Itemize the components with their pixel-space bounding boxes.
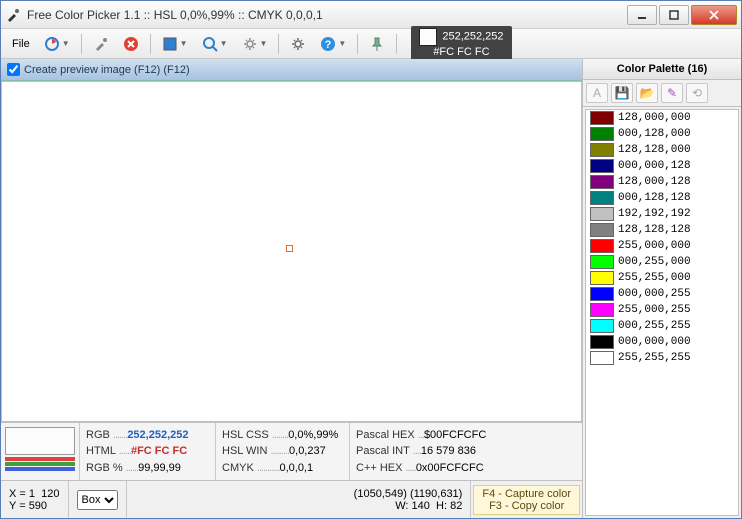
titlebar[interactable]: Free Color Picker 1.1 :: HSL 0,0%,99% ::… (1, 1, 741, 29)
palette-swatch (590, 319, 614, 333)
tools-button[interactable]: ▼ (237, 33, 273, 55)
palette-swatch (590, 351, 614, 365)
palette-item-text: 000,000,000 (618, 336, 691, 348)
palette-add-button[interactable]: A (586, 83, 608, 103)
palette-item-text: 128,000,128 (618, 176, 691, 188)
palette-swatch (590, 303, 614, 317)
palette-swatch (590, 159, 614, 173)
statusbar: X = 1 120 Y = 590 Box (1050,549) (1190,6… (1, 480, 582, 518)
eyedropper-button[interactable] (88, 33, 114, 55)
preview-label: Create preview image (F12) (F12) (24, 64, 190, 76)
palette-swatch (590, 335, 614, 349)
palette-item-text: 000,128,128 (618, 192, 691, 204)
palette-title: Color Palette (16) (583, 59, 741, 80)
palette-swatch (590, 127, 614, 141)
minimize-button[interactable] (627, 5, 657, 25)
settings-button[interactable] (285, 33, 311, 55)
palette-swatch (590, 287, 614, 301)
info-panel: RGB .......252,252,252 HTML ......#FC FC… (1, 422, 582, 480)
zoom-button[interactable]: ▼ (197, 33, 233, 55)
palette-open-button[interactable]: 📂 (636, 83, 658, 103)
pin-button[interactable] (364, 33, 390, 55)
toolbar: File ▼ ▼ ▼ ▼ ?▼ (1, 29, 741, 59)
shape-select[interactable]: Box (77, 490, 118, 510)
palette-item[interactable]: 128,128,128 (586, 222, 738, 238)
info-swatch (5, 427, 75, 455)
palette-save-button[interactable]: 💾 (611, 83, 633, 103)
palette-swatch (590, 239, 614, 253)
palette-item-text: 192,192,192 (618, 208, 691, 220)
palette-swatch (590, 207, 614, 221)
palette-item[interactable]: 255,000,000 (586, 238, 738, 254)
palette-swatch (590, 255, 614, 269)
palette-item[interactable]: 000,000,255 (586, 286, 738, 302)
palette-swatch (590, 223, 614, 237)
palette-item[interactable]: 255,255,255 (586, 350, 738, 366)
palette-item[interactable]: 128,000,000 (586, 110, 738, 126)
palette-item-text: 000,128,000 (618, 128, 691, 140)
preview-header: Create preview image (F12) (F12) (1, 59, 582, 81)
close-button[interactable] (691, 5, 737, 25)
palette-item-text: 000,000,255 (618, 288, 691, 300)
rgb-bars (5, 457, 75, 471)
palette-item-text: 128,128,000 (618, 144, 691, 156)
palette-item-text: 255,255,000 (618, 272, 691, 284)
color-display-swatch (419, 28, 437, 46)
color-display-hex: #FC FC FC (433, 46, 489, 58)
recent-colors-button[interactable]: ▼ (39, 33, 75, 55)
cancel-button[interactable] (118, 33, 144, 55)
palette-item[interactable]: 192,192,192 (586, 206, 738, 222)
svg-text:?: ? (325, 39, 332, 51)
palette-item[interactable]: 128,000,128 (586, 174, 738, 190)
maximize-button[interactable] (659, 5, 689, 25)
preview-area[interactable] (1, 81, 582, 422)
app-window: Free Color Picker 1.1 :: HSL 0,0%,99% ::… (0, 0, 742, 519)
palette-item-text: 128,128,128 (618, 224, 691, 236)
palette-item[interactable]: 255,255,000 (586, 270, 738, 286)
palette-item[interactable]: 000,128,128 (586, 190, 738, 206)
help-button[interactable]: ?▼ (315, 33, 351, 55)
status-bounds: (1050,549) (1190,631) W: 140 H: 82 (346, 481, 472, 518)
palette-item-text: 000,255,000 (618, 256, 691, 268)
color-display: 252,252,252 #FC FC FC (411, 26, 511, 61)
app-icon (5, 7, 21, 23)
palette-item[interactable]: 000,255,000 (586, 254, 738, 270)
palette-item[interactable]: 000,128,000 (586, 126, 738, 142)
palette-item[interactable]: 000,000,000 (586, 334, 738, 350)
color-display-rgb: 252,252,252 (442, 31, 503, 43)
status-hints: F4 - Capture color F3 - Copy color (473, 485, 580, 515)
palette-item[interactable]: 000,255,255 (586, 318, 738, 334)
palette-item-text: 255,000,255 (618, 304, 691, 316)
palette-item-text: 255,255,255 (618, 352, 691, 364)
file-menu[interactable]: File (7, 35, 35, 53)
window-title: Free Color Picker 1.1 :: HSL 0,0%,99% ::… (27, 8, 627, 22)
palette-list[interactable]: 128,000,000 000,128,000 128,128,000 000,000… (585, 109, 739, 516)
palette-item[interactable]: 000,000,128 (586, 158, 738, 174)
palette-item[interactable]: 255,000,255 (586, 302, 738, 318)
palette-swatch (590, 175, 614, 189)
palette-item-text: 255,000,000 (618, 240, 691, 252)
palette-export-button[interactable]: ⟲ (686, 83, 708, 103)
preview-checkbox[interactable] (7, 63, 20, 76)
palette-item-text: 128,000,000 (618, 112, 691, 124)
palette-item-text: 000,255,255 (618, 320, 691, 332)
palette-edit-button[interactable]: ✎ (661, 83, 683, 103)
palette-item[interactable]: 128,128,000 (586, 142, 738, 158)
palette-swatch (590, 111, 614, 125)
palette-swatch (590, 271, 614, 285)
preview-hotspot (286, 245, 293, 252)
palette-panel: Color Palette (16) A 💾 📂 ✎ ⟲ 128,000,000… (583, 59, 741, 518)
status-xy: X = 1 120 Y = 590 (1, 481, 69, 518)
palette-swatch (590, 191, 614, 205)
palette-swatch (590, 143, 614, 157)
color-swatch-button[interactable]: ▼ (157, 33, 193, 55)
palette-item-text: 000,000,128 (618, 160, 691, 172)
